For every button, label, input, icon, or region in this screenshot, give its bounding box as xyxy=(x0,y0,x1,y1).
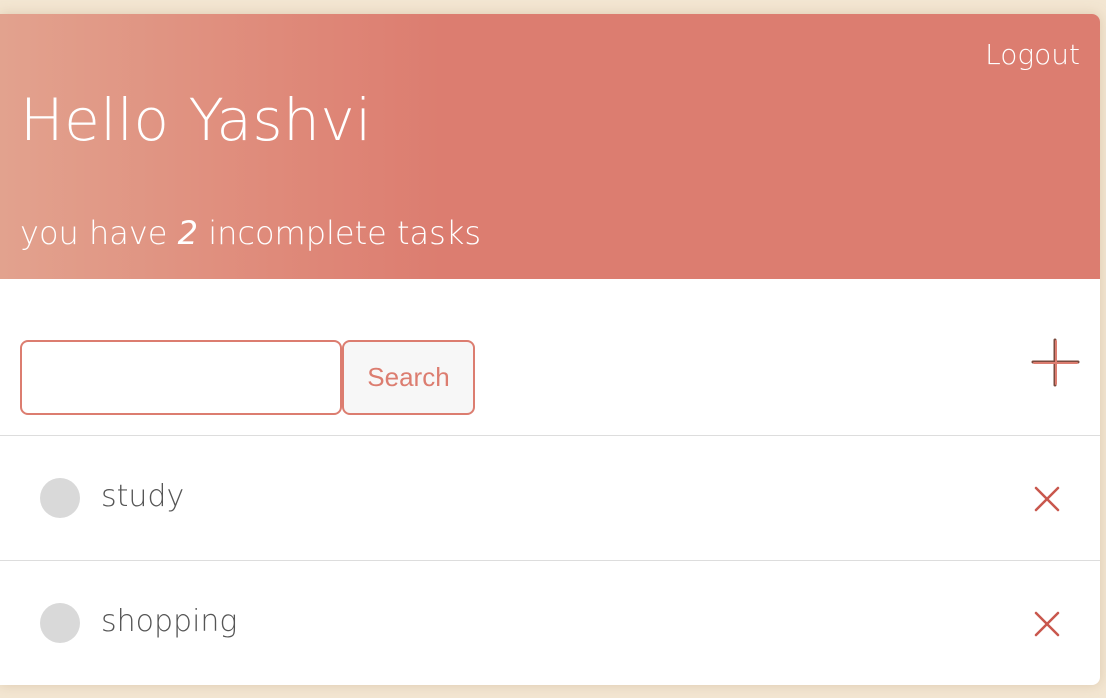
search-input[interactable] xyxy=(20,340,342,415)
task-label: study xyxy=(101,479,185,514)
logout-link[interactable]: Logout xyxy=(985,38,1080,71)
task-complete-toggle[interactable] xyxy=(40,603,80,643)
search-toolbar: Search xyxy=(0,279,1100,436)
subtitle-prefix: you have xyxy=(20,214,178,252)
add-task-button[interactable] xyxy=(1030,337,1080,387)
subtitle-suffix: incomplete tasks xyxy=(198,214,482,252)
incomplete-count: 2 xyxy=(177,214,199,252)
todo-card: Logout Hello Yashvi you have 2 incomplet… xyxy=(0,14,1100,685)
task-complete-toggle[interactable] xyxy=(40,478,80,518)
incomplete-tasks-summary: you have 2 incomplete tasks xyxy=(20,214,481,252)
task-row: study xyxy=(0,436,1100,561)
greeting-title: Hello Yashvi xyxy=(20,86,372,154)
close-icon xyxy=(1034,486,1060,512)
plus-icon xyxy=(1031,338,1080,387)
task-row: shopping xyxy=(0,561,1100,685)
header-banner: Logout Hello Yashvi you have 2 incomplet… xyxy=(0,14,1100,279)
search-button[interactable]: Search xyxy=(342,340,475,415)
close-icon xyxy=(1034,611,1060,637)
task-label: shopping xyxy=(101,604,238,639)
delete-task-button[interactable] xyxy=(1032,609,1062,639)
delete-task-button[interactable] xyxy=(1032,484,1062,514)
